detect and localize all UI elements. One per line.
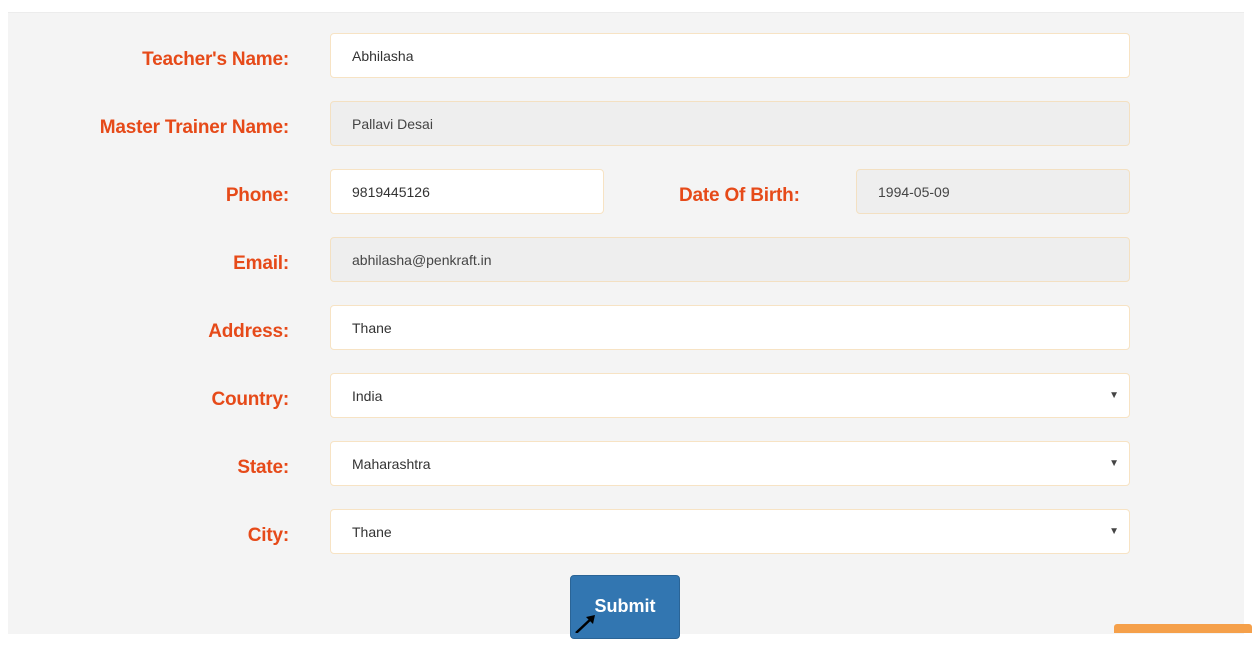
address-input[interactable]: Thane [330, 305, 1130, 350]
feedback-tab[interactable] [1114, 624, 1252, 633]
dob-value: 1994-05-09 [878, 183, 950, 200]
teacher-name-value: Abhilasha [352, 47, 414, 64]
city-select[interactable]: Thane ▼ [330, 509, 1130, 554]
teacher-name-label: Teacher's Name: [142, 49, 289, 70]
master-trainer-label: Master Trainer Name: [99, 117, 289, 138]
phone-value: 9819445126 [352, 183, 430, 200]
email-input: abhilasha@penkraft.in [330, 237, 1130, 282]
dob-label: Date Of Birth: [679, 185, 800, 206]
phone-input[interactable]: 9819445126 [330, 169, 604, 214]
state-select[interactable]: Maharashtra ▼ [330, 441, 1130, 486]
city-label: City: [247, 525, 289, 546]
address-label: Address: [208, 321, 289, 342]
email-value: abhilasha@penkraft.in [352, 251, 492, 268]
address-value: Thane [352, 319, 392, 336]
caret-down-icon: ▼ [1109, 458, 1119, 469]
mouse-cursor-icon [575, 615, 595, 633]
caret-down-icon: ▼ [1109, 390, 1119, 401]
teacher-name-input[interactable]: Abhilasha [330, 33, 1130, 78]
city-value: Thane [352, 523, 392, 540]
country-value: India [352, 387, 383, 404]
country-label: Country: [211, 389, 289, 410]
state-value: Maharashtra [352, 455, 431, 472]
country-select[interactable]: India ▼ [330, 373, 1130, 418]
master-trainer-value: Pallavi Desai [352, 115, 433, 132]
mouse-cursor-icon [576, 642, 598, 664]
caret-down-icon: ▼ [1109, 526, 1119, 537]
email-label: Email: [233, 253, 289, 274]
state-label: State: [237, 457, 289, 478]
phone-label: Phone: [225, 185, 289, 206]
master-trainer-input: Pallavi Desai [330, 101, 1130, 146]
dob-input: 1994-05-09 [856, 169, 1130, 214]
